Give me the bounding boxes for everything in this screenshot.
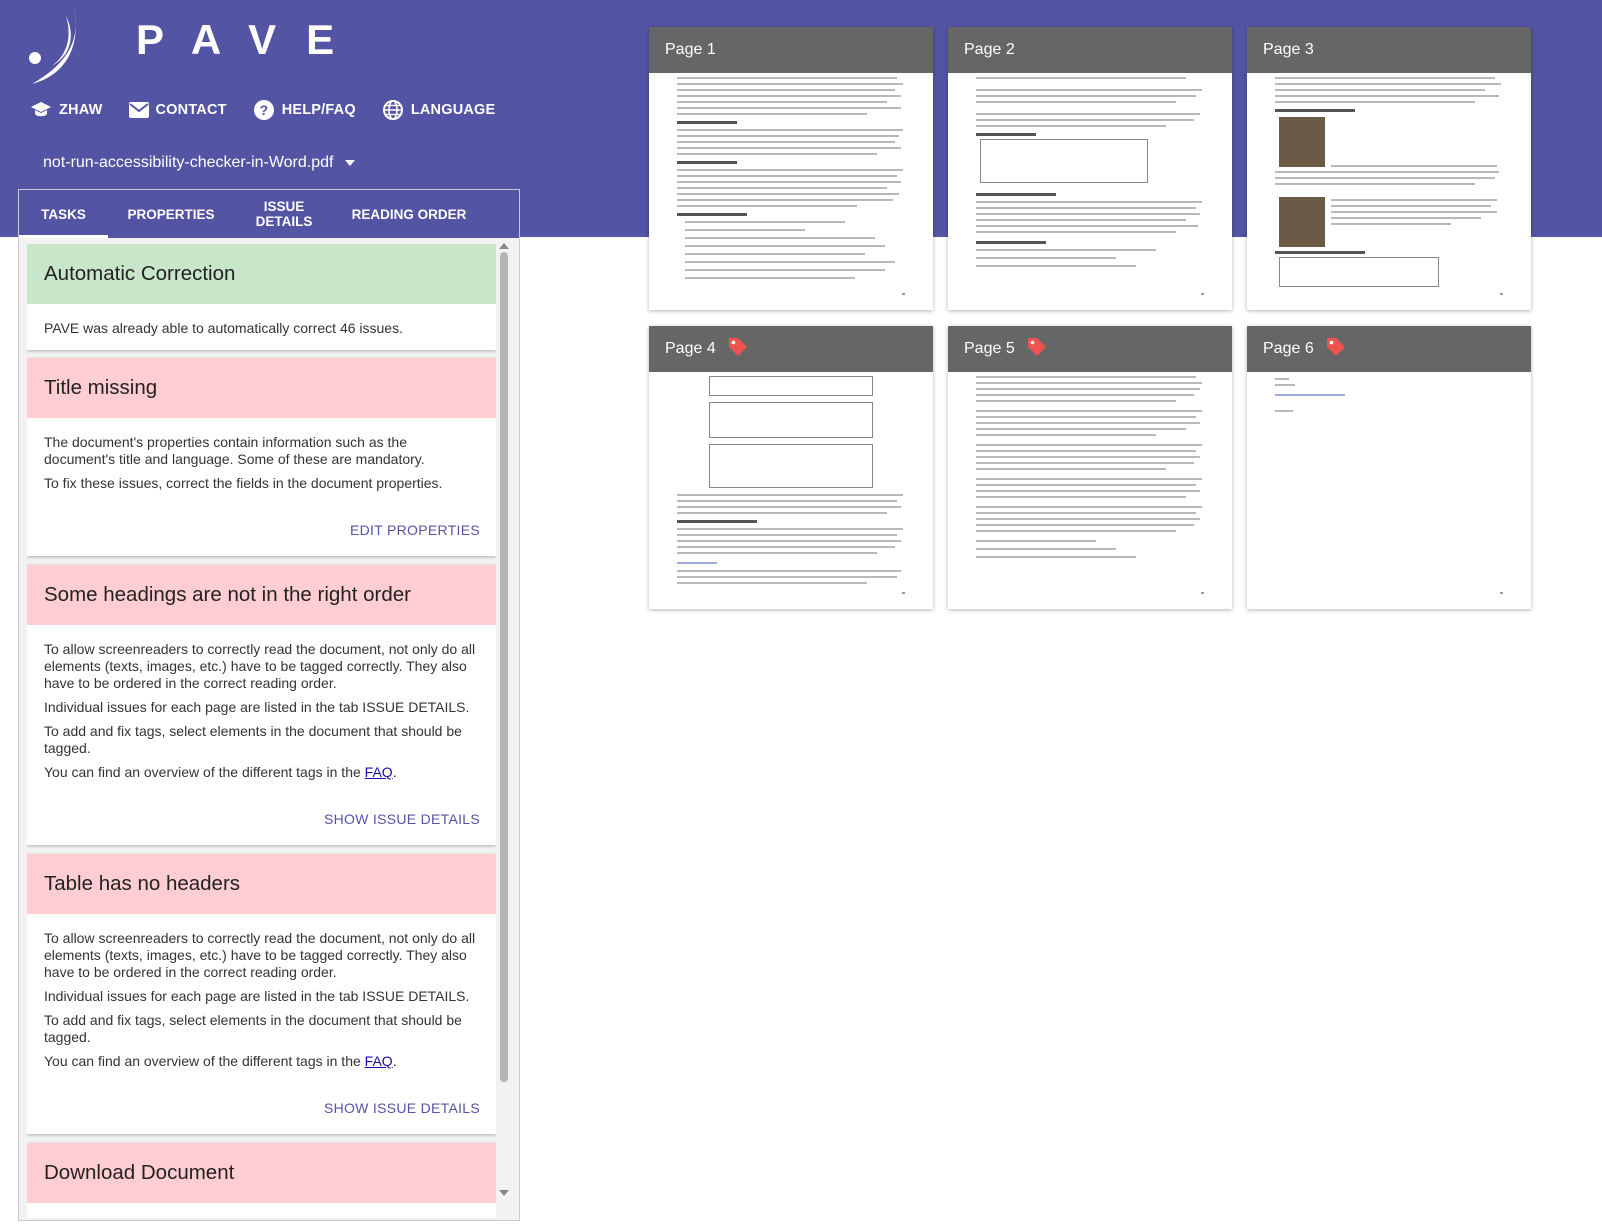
card-text: The document's properties contain inform… xyxy=(44,434,425,467)
tab-properties-label: PROPERTIES xyxy=(127,206,215,222)
page-preview xyxy=(677,340,905,600)
card-text: To add and fix tags, select elements in … xyxy=(44,723,462,756)
card-text: To allow screenreaders to correctly read… xyxy=(44,930,476,980)
card-text: To fix these issues, correct the fields … xyxy=(44,475,443,491)
page-label: Page 1 xyxy=(665,41,716,58)
faq-text-prefix: You can find an overview of the differen… xyxy=(44,1053,365,1069)
nav-language-label: LANGUAGE xyxy=(410,102,496,118)
task-card-table-headers: Table has no headers To allow screenread… xyxy=(27,854,496,1134)
page-preview xyxy=(1275,41,1503,301)
scroll-down-arrow-icon[interactable] xyxy=(499,1190,509,1196)
card-text: To allow screenreaders to correctly read… xyxy=(44,641,476,691)
file-select-dropdown[interactable]: not-run-accessibility-checker-in-Word.pd… xyxy=(43,154,356,172)
card-title: Automatic Correction xyxy=(27,244,496,304)
task-list: Automatic Correction PAVE was already ab… xyxy=(27,244,496,1218)
page-thumbnail-5[interactable]: Page 5 xyxy=(948,326,1232,609)
page-label: Page 4 xyxy=(665,340,716,357)
card-text: Individual issues for each page are list… xyxy=(44,699,470,715)
card-title: Download Document xyxy=(27,1143,496,1203)
tab-tasks-label: TASKS xyxy=(41,206,86,222)
card-body: The document's properties contain inform… xyxy=(27,418,496,492)
card-text: You can find an overview of the differen… xyxy=(44,1053,479,1070)
page-thumbnail-header: Page 1 xyxy=(649,27,933,73)
tab-reading-order-label: READING ORDER xyxy=(351,206,467,222)
tab-issue-details-label: ISSUE DETAILS xyxy=(255,199,313,229)
page-label: Page 2 xyxy=(964,41,1015,58)
page-thumbnail-header: Page 6 xyxy=(1247,326,1531,372)
show-issue-details-button[interactable]: SHOW ISSUE DETAILS xyxy=(324,1100,480,1116)
nav-zhaw[interactable]: ZHAW xyxy=(30,99,103,121)
page-thumbnail-header: Page 3 xyxy=(1247,27,1531,73)
tab-tasks[interactable]: TASKS xyxy=(19,190,108,238)
card-text: Individual issues for each page are list… xyxy=(44,988,470,1004)
page-thumbnail-6[interactable]: Page 6 xyxy=(1247,326,1531,609)
faq-link[interactable]: FAQ xyxy=(365,1053,393,1069)
file-name: not-run-accessibility-checker-in-Word.pd… xyxy=(43,154,334,171)
tab-bar: TASKS PROPERTIES ISSUE DETAILS READING O… xyxy=(19,190,519,238)
page-thumbnail-header: Page 5 xyxy=(948,326,1232,372)
page-label: Page 6 xyxy=(1263,340,1314,357)
nav-contact-label: CONTACT xyxy=(155,102,227,118)
tab-properties[interactable]: PROPERTIES xyxy=(108,190,234,238)
page-preview xyxy=(1275,340,1503,600)
edit-properties-button[interactable]: EDIT PROPERTIES xyxy=(350,522,480,538)
card-title: Some headings are not in the right order xyxy=(27,565,496,625)
tab-reading-order[interactable]: READING ORDER xyxy=(334,190,484,238)
page-label: Page 3 xyxy=(1263,41,1314,58)
page-preview xyxy=(976,340,1204,600)
card-text: PAVE was already able to automatically c… xyxy=(44,320,403,336)
page-preview xyxy=(677,41,905,301)
nav-contact[interactable]: CONTACT xyxy=(128,99,227,121)
mail-icon xyxy=(128,102,149,118)
page-label: Page 5 xyxy=(964,340,1015,357)
card-text: To add and fix tags, select elements in … xyxy=(44,1012,462,1045)
page-thumbnail-header: Page 2 xyxy=(948,27,1232,73)
tag-issue-icon xyxy=(729,338,747,356)
show-issue-details-button[interactable]: SHOW ISSUE DETAILS xyxy=(324,811,480,827)
card-text: You can find an overview of the differen… xyxy=(44,764,479,781)
nav-help[interactable]: ? HELP/FAQ xyxy=(253,99,356,121)
globe-icon xyxy=(382,100,403,120)
nav-zhaw-label: ZHAW xyxy=(59,102,103,118)
page-thumbnail-1[interactable]: Page 1 xyxy=(649,27,933,310)
caret-down-icon xyxy=(345,160,356,166)
card-body: PAVE was already able to automatically c… xyxy=(27,304,496,337)
page-thumbnail-header: Page 4 xyxy=(649,326,933,372)
tag-issue-icon xyxy=(1327,338,1345,356)
card-title: Title missing xyxy=(27,358,496,418)
scrollbar[interactable] xyxy=(498,242,510,1197)
page-thumbnail-2[interactable]: Page 2 xyxy=(948,27,1232,310)
page-thumbnail-4[interactable]: Page 4 xyxy=(649,326,933,609)
tab-issue-details[interactable]: ISSUE DETAILS xyxy=(234,190,334,238)
nav-language[interactable]: LANGUAGE xyxy=(382,99,496,121)
graduation-cap-icon xyxy=(31,102,51,117)
side-panel: TASKS PROPERTIES ISSUE DETAILS READING O… xyxy=(18,189,520,1221)
scroll-up-arrow-icon[interactable] xyxy=(499,243,509,249)
pave-logo xyxy=(29,8,76,84)
scrollbar-thumb[interactable] xyxy=(500,252,508,1082)
nav-help-label: HELP/FAQ xyxy=(281,102,356,118)
tag-issue-icon xyxy=(1028,338,1046,356)
task-card-auto-correction: Automatic Correction PAVE was already ab… xyxy=(27,244,496,350)
card-title: Table has no headers xyxy=(27,854,496,914)
card-body: To allow screenreaders to correctly read… xyxy=(27,914,496,1070)
faq-link[interactable]: FAQ xyxy=(365,764,393,780)
faq-text-suffix: . xyxy=(392,764,397,780)
top-navigation: ZHAW CONTACT ? HELP/FAQ LANGUAGE xyxy=(30,99,495,121)
page-thumbnail-3[interactable]: Page 3 xyxy=(1247,27,1531,310)
svg-text:?: ? xyxy=(259,102,268,118)
card-body: To allow screenreaders to correctly read… xyxy=(27,625,496,781)
page-preview xyxy=(976,41,1204,301)
task-card-heading-order: Some headings are not in the right order… xyxy=(27,565,496,845)
help-circle-icon: ? xyxy=(253,100,274,120)
faq-text-prefix: You can find an overview of the differen… xyxy=(44,764,365,780)
task-card-title-missing: Title missing The document's properties … xyxy=(27,358,496,556)
brand-title: PAVE xyxy=(136,16,365,63)
task-card-download: Download Document xyxy=(27,1143,496,1218)
faq-text-suffix: . xyxy=(392,1053,397,1069)
